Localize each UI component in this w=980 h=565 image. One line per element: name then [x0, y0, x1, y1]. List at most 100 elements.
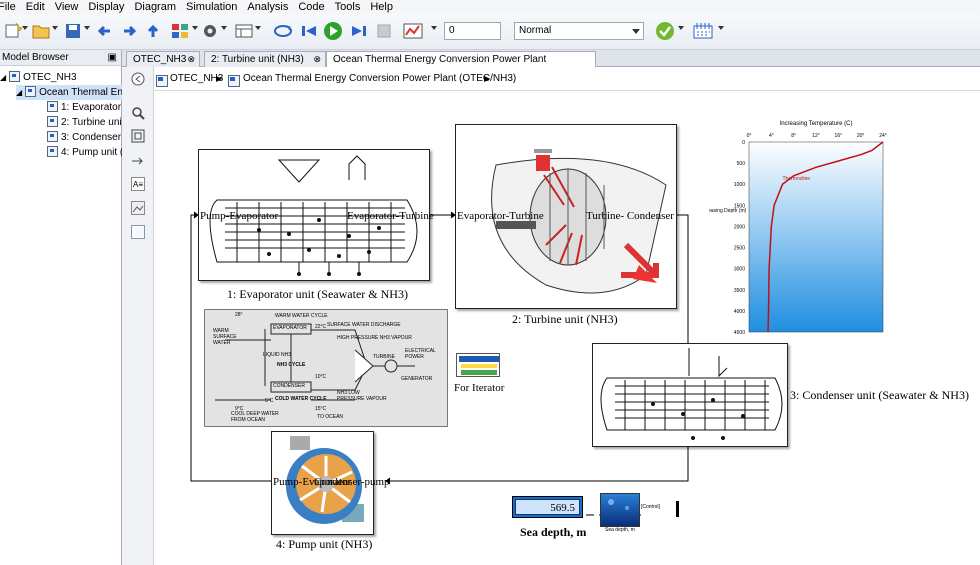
tree-item-label: 2: Turbine unit: [61, 117, 122, 128]
sea-image: [608, 499, 629, 510]
subsystem-icon: [47, 146, 58, 157]
chevron-down-icon[interactable]: [52, 26, 58, 30]
back-arrow-icon[interactable]: [94, 20, 116, 42]
tree-item-turbine[interactable]: 2: Turbine unit: [47, 115, 122, 130]
for-iterator-block[interactable]: [456, 353, 500, 377]
simulation-mode-select[interactable]: Normal: [514, 22, 644, 40]
zoom-icon[interactable]: [130, 105, 146, 121]
goto-label: [Control]: [641, 504, 660, 510]
model-explorer-icon[interactable]: [233, 20, 255, 42]
tab-otec-nh3[interactable]: OTEC_NH3 ⊗: [126, 51, 200, 67]
tree-item-condenser[interactable]: 3: Condenser u: [47, 130, 122, 145]
for-iterator-label: For Iterator: [454, 382, 505, 394]
breadcrumb-more-icon[interactable]: ▶: [484, 67, 490, 91]
tree-item-subsystem[interactable]: ◢ Ocean Thermal Ene: [16, 85, 122, 100]
cycle-label: 15°C: [315, 406, 327, 412]
sea-depth-label: Sea depth, m: [520, 525, 587, 539]
new-model-icon[interactable]: [2, 20, 24, 42]
tab-otec-plant[interactable]: Ocean Thermal Energy Conversion Power Pl…: [326, 51, 596, 80]
close-icon[interactable]: ⊗: [313, 52, 321, 67]
expand-icon[interactable]: ◢: [0, 73, 6, 82]
forward-arrow-icon[interactable]: [118, 20, 140, 42]
tree-item-pump[interactable]: 4: Pump unit (: [47, 145, 122, 160]
for-iterator-icon: [459, 356, 499, 375]
data-inspector-icon[interactable]: [402, 20, 424, 42]
area-icon[interactable]: [130, 224, 146, 240]
library-browser-icon[interactable]: [170, 20, 192, 42]
tree-item-evaporator[interactable]: 1: Evaporator: [47, 100, 121, 115]
port-evaporator-turbine-out: Evaporator-Turbine: [347, 210, 434, 222]
chart-y-tick-label: 0: [742, 140, 745, 146]
stop-icon[interactable]: [373, 20, 395, 42]
condenser-block[interactable]: [592, 343, 788, 447]
sea-depth-image-block[interactable]: [600, 493, 640, 527]
save-icon[interactable]: [62, 20, 84, 42]
model-canvas[interactable]: Pump-Evaporator Evaporator-Turbine 1: Ev…: [154, 91, 980, 565]
menu-diagram[interactable]: Diagram: [134, 0, 182, 14]
svg-text:A≡: A≡: [133, 180, 143, 189]
open-folder-icon[interactable]: [30, 20, 52, 42]
step-forward-icon[interactable]: [348, 20, 370, 42]
menu-help[interactable]: Help: [370, 0, 399, 14]
chevron-down-icon[interactable]: [718, 26, 724, 30]
cycle-label: 9°C: [235, 406, 244, 412]
menu-edit[interactable]: Edit: [26, 0, 51, 14]
chevron-down-icon[interactable]: [221, 26, 227, 30]
pump-label: 4: Pump unit (NH3): [276, 537, 373, 551]
cycle-label: EVAPORATOR: [273, 325, 307, 331]
goto-block[interactable]: [Control]: [641, 501, 677, 513]
gear-icon[interactable]: [199, 20, 221, 42]
sea-depth-display[interactable]: 569.5: [512, 496, 583, 518]
hide-browser-icon[interactable]: [130, 71, 146, 87]
image-annotation-icon[interactable]: [130, 200, 146, 216]
arrow-right-icon[interactable]: [130, 153, 146, 169]
model-browser: Model Browser ▣ ◢ OTEC_NH3 ◢ Ocean Thermal …: [0, 50, 122, 565]
expand-icon[interactable]: ◢: [16, 88, 22, 97]
text-annotation-icon[interactable]: A≡: [130, 176, 146, 192]
menu-display[interactable]: Display: [88, 0, 130, 14]
close-icon[interactable]: ⊗: [187, 52, 195, 67]
chevron-down-icon[interactable]: [678, 26, 684, 30]
breadcrumb-current[interactable]: Ocean Thermal Energy Conversion Power Pl…: [243, 67, 516, 91]
menu-view[interactable]: View: [55, 0, 85, 14]
tab-turbine-unit[interactable]: 2: Turbine unit (NH3) ⊗: [204, 51, 326, 67]
cycle-label: SURFACE WATER DISCHARGE: [327, 322, 401, 328]
chevron-down-icon[interactable]: [84, 26, 90, 30]
run-icon[interactable]: [322, 20, 344, 42]
update-diagram-icon[interactable]: [272, 20, 294, 42]
model-browser-header: Model Browser ▣: [0, 50, 121, 66]
model-advisor-check-icon[interactable]: [654, 20, 676, 42]
chevron-down-icon[interactable]: [192, 26, 198, 30]
chart-x-tick-label: 12°: [812, 133, 820, 139]
chart-y-axis-label: Increasing Depth (m): [709, 208, 747, 214]
close-icon[interactable]: ▣: [108, 50, 117, 66]
chevron-down-icon[interactable]: [255, 26, 261, 30]
chart-title: Increasing Temperature (C): [780, 121, 853, 127]
menu-analysis[interactable]: Analysis: [247, 0, 294, 14]
chart-x-tick-label: 20°: [857, 133, 865, 139]
tree-item-label: 4: Pump unit (: [61, 147, 122, 158]
cycle-label: LIQUID NH3: [263, 352, 292, 358]
chevron-down-icon[interactable]: [431, 26, 437, 30]
stop-time-input[interactable]: 0: [444, 22, 501, 40]
menu-simulation[interactable]: Simulation: [186, 0, 243, 14]
chart-y-tick-label: 500: [737, 161, 746, 167]
menu-file[interactable]: File: [0, 0, 22, 14]
menu-tools[interactable]: Tools: [335, 0, 367, 14]
up-arrow-icon[interactable]: [142, 20, 164, 42]
cycle-label: ELECTRICAL POWER: [405, 348, 436, 360]
build-icon[interactable]: [692, 20, 714, 42]
cycle-label: WARM WATER CYCLE: [275, 313, 328, 319]
fit-to-view-icon[interactable]: [130, 128, 146, 144]
chart-y-tick-label: 2500: [734, 246, 745, 252]
cycle-label: CONDENSER: [273, 383, 305, 389]
cycle-label: COOL DEEP WATER FROM OCEAN: [231, 411, 279, 423]
tree-item-root[interactable]: ◢ OTEC_NH3: [0, 70, 77, 85]
chevron-down-icon[interactable]: [22, 26, 28, 30]
cycle-label: 10°C: [315, 374, 327, 380]
menu-code[interactable]: Code: [298, 0, 330, 14]
step-back-icon[interactable]: [298, 20, 320, 42]
menu-bar: File Edit View Display Diagram Simulation Anal…: [0, 0, 980, 14]
chart-x-tick-label: 16°: [835, 133, 843, 139]
chart-y-tick-label: 3000: [734, 267, 745, 273]
